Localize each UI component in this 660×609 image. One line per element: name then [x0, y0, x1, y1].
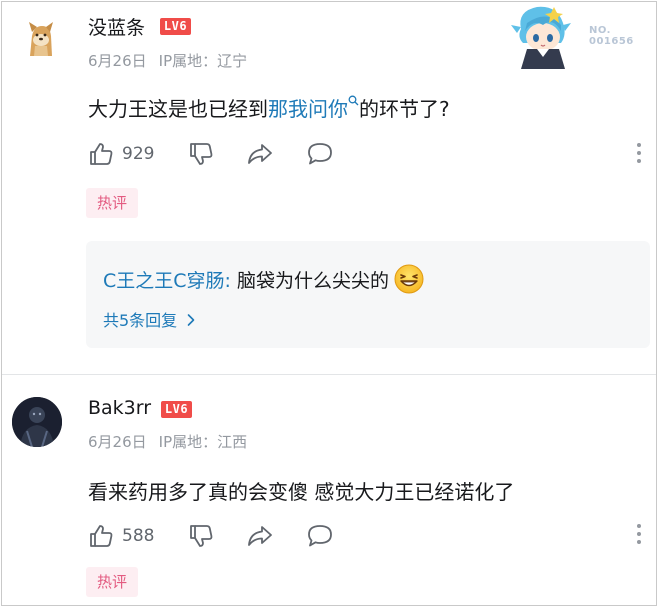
- username[interactable]: 没蓝条: [88, 13, 145, 40]
- comment-date: 6月26日: [88, 433, 147, 451]
- comment-text: 看来药用多了真的会变傻 感觉大力王已经诺化了: [88, 480, 515, 504]
- sub-reply-text: 脑袋为什么尖尖的: [237, 270, 390, 292]
- reply-button[interactable]: [306, 139, 334, 169]
- level-badge: LV6: [160, 18, 191, 35]
- share-icon: [248, 526, 272, 546]
- keyword-search-link[interactable]: 那我问你: [268, 95, 359, 121]
- dislike-button[interactable]: [188, 521, 214, 551]
- share-button[interactable]: [246, 521, 274, 551]
- sub-reply-username[interactable]: C王之王C穿肠: [103, 270, 225, 292]
- avatar[interactable]: [18, 16, 62, 60]
- comment-item: Bak3rr LV6 6月26日 IP属地：江西 看来药用多了真的会变傻 感觉大力…: [2, 375, 656, 605]
- share-button[interactable]: [246, 139, 274, 169]
- comment-item: 没蓝条 LV6 6月26日 IP属地：辽宁 NO. 001656 大力王这是也已…: [2, 2, 656, 374]
- hot-comment-tag: 热评: [86, 188, 138, 218]
- thumbs-up-icon: [90, 525, 113, 547]
- username[interactable]: Bak3rr: [88, 397, 151, 419]
- sub-reply-panel[interactable]: C王之王C穿肠: 脑袋为什么尖尖的 共5条回复: [86, 241, 650, 348]
- comment-date: 6月26日: [88, 52, 147, 70]
- share-icon: [248, 144, 272, 164]
- like-button[interactable]: 929: [88, 139, 154, 169]
- comment-list: 没蓝条 LV6 6月26日 IP属地：辽宁 NO. 001656 大力王这是也已…: [1, 1, 657, 606]
- ip-location: IP属地：辽宁: [158, 52, 248, 70]
- comment-meta: 6月26日 IP属地：辽宁: [88, 50, 247, 71]
- more-vertical-icon[interactable]: [636, 143, 642, 167]
- thumbs-down-icon: [190, 143, 213, 165]
- fan-badge: NO. 001656: [507, 3, 647, 73]
- view-replies-link[interactable]: 共5条回复: [103, 307, 199, 331]
- dislike-button[interactable]: [188, 139, 214, 169]
- thumbs-down-icon: [190, 525, 213, 547]
- comment-meta: 6月26日 IP属地：江西: [88, 431, 247, 452]
- like-count: 588: [122, 526, 155, 546]
- sub-reply: C王之王C穿肠: 脑袋为什么尖尖的: [103, 264, 425, 295]
- hot-comment-tag: 热评: [86, 567, 138, 597]
- search-icon: [348, 95, 359, 106]
- like-count: 929: [122, 144, 155, 164]
- fan-badge-character: [511, 6, 571, 69]
- fan-badge-number: NO. 001656: [589, 25, 634, 47]
- more-vertical-icon[interactable]: [636, 524, 642, 548]
- like-button[interactable]: 588: [88, 521, 154, 551]
- thumbs-up-icon: [90, 143, 113, 165]
- ip-location: IP属地：江西: [158, 433, 248, 451]
- avatar[interactable]: [12, 397, 62, 447]
- comment-text: 大力王这是也已经到那我问你 的环节了?: [88, 95, 450, 121]
- reply-button[interactable]: [306, 521, 334, 551]
- comment-icon: [308, 143, 332, 165]
- comment-icon: [308, 525, 332, 547]
- level-badge: LV6: [161, 401, 192, 418]
- chevron-right-icon: [187, 314, 195, 326]
- grinning-squint-emoji: [394, 264, 424, 293]
